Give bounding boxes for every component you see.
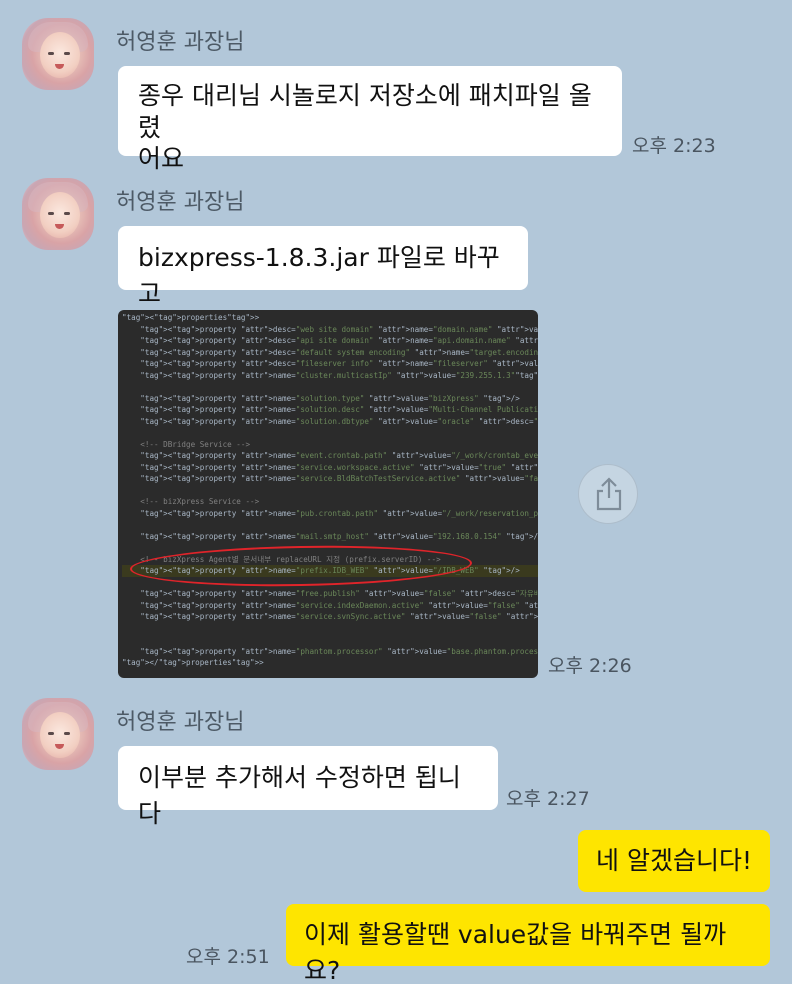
code-line: "tag"><"tag">property "attr">name="mail.…: [140, 531, 538, 541]
my-message-bubble[interactable]: 네 알겠습니다!: [578, 830, 770, 892]
message-text: 이제 활용할땐 value값을 바꿔주면 될까요?: [304, 920, 727, 984]
message-text-line: 어요: [138, 144, 185, 173]
code-screenshot-image[interactable]: "tag"><"tag">properties"tag">> "tag"><"t…: [118, 310, 538, 678]
code-line: "tag"><"tag">property "attr">name="servi…: [140, 462, 538, 472]
message-time: 오후 2:23: [632, 135, 716, 157]
share-button[interactable]: [578, 464, 638, 524]
avatar[interactable]: [22, 178, 94, 250]
avatar[interactable]: [22, 18, 94, 90]
message-bubble[interactable]: 이부분 추가해서 수정하면 됩니다: [118, 746, 498, 828]
code-line: "tag"><"tag">property "attr">name="servi…: [140, 612, 538, 621]
code-line: "tag"></"tag">properties"tag">>: [122, 658, 264, 667]
code-line: "tag"><"tag">property "attr">name="servi…: [140, 600, 538, 610]
code-line: "tag"><"tag">property "attr">desc="web s…: [140, 324, 538, 334]
message-text: 네 알겠습니다!: [596, 846, 752, 875]
code-line: "tag"><"tag">property "attr">name="solut…: [140, 405, 538, 414]
code-line: "tag"><"tag">properties"tag">>: [122, 313, 260, 322]
share-icon: [596, 477, 622, 511]
code-line: "tag"><"tag">property "attr">name="phant…: [140, 646, 538, 656]
sender-name: 허영훈 과장님: [116, 710, 245, 735]
message-bubble[interactable]: 종우 대리님 시놀로지 저장소에 패치파일 올렸 어요: [118, 66, 622, 173]
code-line: "tag"><"tag">property "attr">name="solut…: [140, 393, 520, 403]
code-line: "tag"><"tag">property "attr">name="event…: [140, 451, 538, 460]
code-line: <!-- bizXpress Service -->: [122, 497, 260, 506]
message-text: 이부분 추가해서 수정하면 됩니다: [138, 763, 461, 828]
code-line: "tag"><"tag">property "attr">desc="files…: [140, 359, 538, 368]
code-line: "tag"><"tag">property "attr">name="clust…: [140, 370, 538, 380]
my-message-bubble[interactable]: 이제 활용할땐 value값을 바꿔주면 될까요?: [286, 904, 770, 984]
message-time: 오후 2:26: [548, 655, 632, 677]
code-line: "tag"><"tag">property "attr">desc="defau…: [140, 347, 538, 357]
message-time: 오후 2:27: [506, 788, 590, 810]
code-line: "tag"><"tag">property "attr">name="pub.c…: [140, 508, 538, 518]
code-line: <!-- DBridge Service -->: [122, 439, 251, 449]
code-line: "tag"><"tag">property "attr">name="servi…: [140, 474, 538, 483]
message-time: 오후 2:51: [186, 946, 270, 968]
message-text-line: 종우 대리님 시놀로지 저장소에 패치파일 올렸: [138, 81, 592, 142]
message-text: bizxpress-1.8.3.jar 파일로 바꾸고: [138, 243, 500, 308]
code-line: "tag"><"tag">property "attr">desc="api s…: [140, 336, 538, 345]
avatar[interactable]: [22, 698, 94, 770]
message-bubble[interactable]: bizxpress-1.8.3.jar 파일로 바꾸고: [118, 226, 528, 308]
code-line: "tag"><"tag">property "attr">name="solut…: [140, 416, 538, 426]
sender-name: 허영훈 과장님: [116, 190, 245, 215]
sender-name: 허영훈 과장님: [116, 30, 245, 55]
code-line: "tag"><"tag">property "attr">name="free.…: [140, 589, 538, 598]
